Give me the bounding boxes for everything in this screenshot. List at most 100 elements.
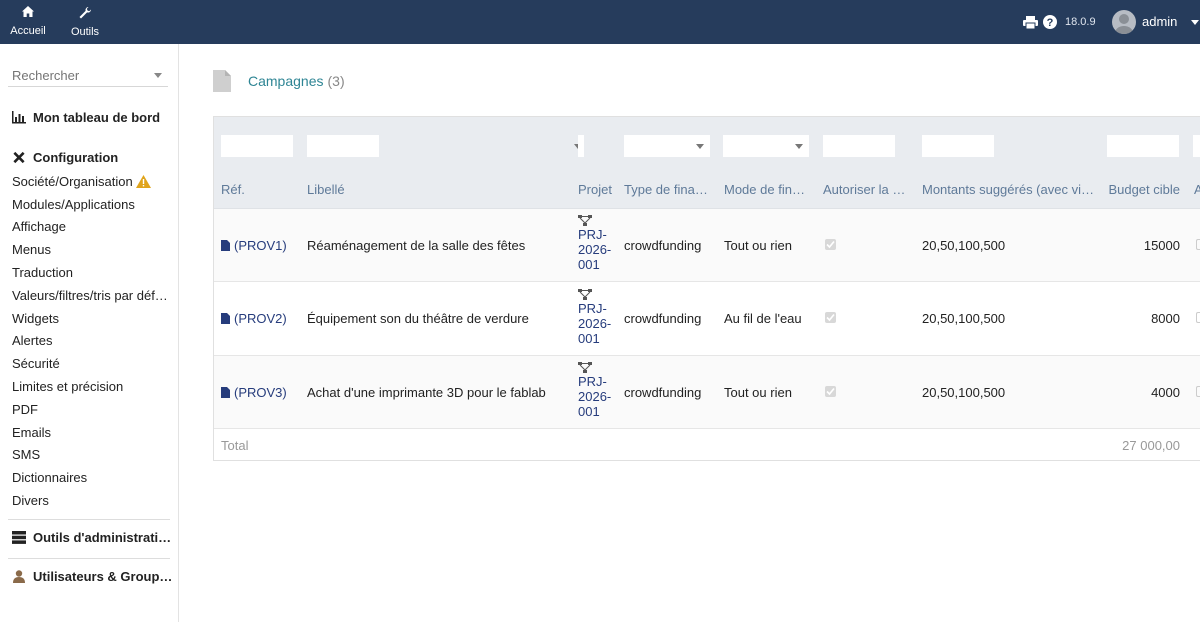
nav-accueil[interactable]: Accueil: [8, 0, 48, 44]
sidebar-item-widgets[interactable]: Widgets: [12, 311, 59, 326]
filter-type-select[interactable]: [624, 135, 710, 157]
sidebar-item-menus[interactable]: Menus: [12, 242, 51, 257]
row-projet-link[interactable]: PRJ- 2026- 001: [578, 289, 611, 346]
svg-text:?: ?: [1047, 17, 1054, 29]
table-row: (PROV3) Achat d'une imprimante 3D pour l…: [214, 356, 1200, 429]
search-dropdown-chevron-icon[interactable]: [154, 73, 162, 78]
warning-icon: [135, 175, 151, 188]
sidebar-item-societe[interactable]: Société/Organisation: [12, 174, 151, 189]
filter-mode-select[interactable]: [723, 135, 809, 157]
sidebar-admin-tools[interactable]: Outils d'administrati…: [12, 530, 171, 545]
row-libelle: Réaménagement de la salle des fêtes: [307, 238, 526, 253]
filter-projet-box[interactable]: [578, 135, 584, 157]
home-icon: [22, 6, 34, 17]
nav-outils-label: Outils: [70, 26, 100, 38]
row-mode: Au fil de l'eau: [724, 311, 802, 326]
row-montants: 20,50,100,500: [922, 311, 1006, 326]
col-header-budget[interactable]: Budget cible: [1094, 182, 1180, 197]
row-projet-line: 2026-: [578, 389, 612, 404]
project-icon: [578, 289, 592, 300]
col-header-projet[interactable]: Projet: [578, 182, 618, 197]
row-ref-text: (PROV3): [234, 385, 287, 400]
row-montants: 20,50,100,500: [922, 385, 1006, 400]
sidebar-item-dictionnaires[interactable]: Dictionnaires: [12, 470, 87, 485]
row-projet-line: PRJ-: [578, 301, 607, 316]
row-budget: 8000: [1151, 311, 1180, 326]
sidebar-item-sms[interactable]: SMS: [12, 447, 40, 462]
row-projet-link[interactable]: PRJ- 2026- 001: [578, 215, 611, 272]
avatar[interactable]: [1112, 10, 1136, 34]
row-projet-line: 001: [578, 404, 600, 419]
sidebar-item-limites[interactable]: Limites et précision: [12, 379, 123, 394]
print-icon[interactable]: [1023, 16, 1038, 29]
sidebar-item-securite[interactable]: Sécurité: [12, 356, 60, 371]
sidebar-configuration-label: Configuration: [33, 150, 119, 165]
row-ref-link[interactable]: (PROV2): [221, 311, 287, 326]
sidebar-dashboard-label: Mon tableau de bord: [33, 110, 161, 125]
table-row: (PROV2) Équipement son du théâtre de ver…: [214, 283, 1200, 356]
filter-budget-input[interactable]: [1107, 135, 1179, 157]
row-projet-line: 001: [578, 257, 600, 272]
sidebar-search[interactable]: [8, 65, 168, 87]
wrench-icon: [79, 6, 92, 19]
col-header-montants[interactable]: Montants suggérés (avec vir…: [922, 182, 1098, 197]
row-next-checkbox[interactable]: [1196, 239, 1200, 250]
sidebar-item-pdf[interactable]: PDF: [12, 402, 38, 417]
row-projet-line: 2026-: [578, 242, 612, 257]
sidebar-item-alertes[interactable]: Alertes: [12, 333, 52, 348]
sidebar-admin-tools-label: Outils d'administrati…: [33, 530, 172, 545]
row-ref-link[interactable]: (PROV3): [221, 385, 287, 400]
row-projet-line: PRJ-: [578, 227, 607, 242]
col-header-type[interactable]: Type de fina…: [624, 182, 712, 197]
row-projet-line: PRJ-: [578, 374, 607, 389]
sidebar-configuration[interactable]: Configuration: [12, 150, 118, 165]
nav-accueil-label: Accueil: [10, 25, 46, 37]
total-label: Total: [221, 438, 249, 453]
row-type: crowdfunding: [624, 311, 702, 326]
help-icon[interactable]: ?: [1043, 15, 1057, 29]
row-projet-line: 2026-: [578, 316, 612, 331]
filter-libelle-input[interactable]: [307, 135, 379, 157]
sidebar-item-modules[interactable]: Modules/Applications: [12, 197, 135, 212]
filter-autoriser-input[interactable]: [823, 135, 895, 157]
row-budget: 15000: [1143, 238, 1180, 253]
row-projet-link[interactable]: PRJ- 2026- 001: [578, 362, 611, 419]
row-ref-link[interactable]: (PROV1): [221, 238, 287, 253]
col-header-libelle[interactable]: Libellé: [307, 182, 427, 197]
sidebar-divider: [8, 519, 170, 520]
sidebar-item-traduction[interactable]: Traduction: [12, 265, 73, 280]
row-next-checkbox[interactable]: [1196, 386, 1200, 397]
sidebar-item-valeurs[interactable]: Valeurs/filtres/tris par déf…: [12, 288, 168, 303]
filter-ref-input[interactable]: [221, 135, 293, 157]
row-ref-text: (PROV1): [234, 238, 287, 253]
col-header-ref[interactable]: Réf.: [221, 182, 281, 197]
user-menu-chevron-icon[interactable]: [1191, 20, 1199, 25]
table-row: (PROV1) Réaménagement de la salle des fê…: [214, 209, 1200, 282]
top-bar: Accueil Outils ? 18.0.9 admin: [0, 0, 1200, 44]
filter-montants-input[interactable]: [922, 135, 994, 157]
page-title-text[interactable]: Campagnes: [248, 73, 324, 89]
sidebar-dashboard[interactable]: Mon tableau de bord: [12, 110, 160, 125]
total-row: Total 27 000,00: [214, 429, 1200, 460]
user-avatar-icon: [1115, 14, 1133, 34]
col-header-next[interactable]: A: [1194, 182, 1200, 197]
search-input[interactable]: [8, 65, 148, 85]
sidebar-item-affichage[interactable]: Affichage: [12, 219, 66, 234]
col-header-mode[interactable]: Mode de fina…: [724, 182, 812, 197]
user-name[interactable]: admin: [1142, 14, 1177, 29]
filter-next-input[interactable]: [1193, 135, 1200, 157]
user-icon: [13, 570, 25, 583]
sidebar-users-groups[interactable]: Utilisateurs & Group…: [12, 569, 172, 584]
project-icon: [578, 362, 592, 373]
page-title: Campagnes (3): [213, 70, 345, 92]
chevron-down-icon: [795, 144, 803, 149]
nav-outils[interactable]: Outils: [64, 0, 106, 44]
row-next-checkbox[interactable]: [1196, 312, 1200, 323]
row-mode: Tout ou rien: [724, 385, 792, 400]
row-type: crowdfunding: [624, 385, 702, 400]
chart-icon: [12, 111, 26, 124]
document-icon: [213, 70, 231, 92]
sidebar-item-emails[interactable]: Emails: [12, 425, 51, 440]
col-header-autoriser[interactable]: Autoriser la …: [823, 182, 907, 197]
sidebar-item-divers[interactable]: Divers: [12, 493, 49, 508]
